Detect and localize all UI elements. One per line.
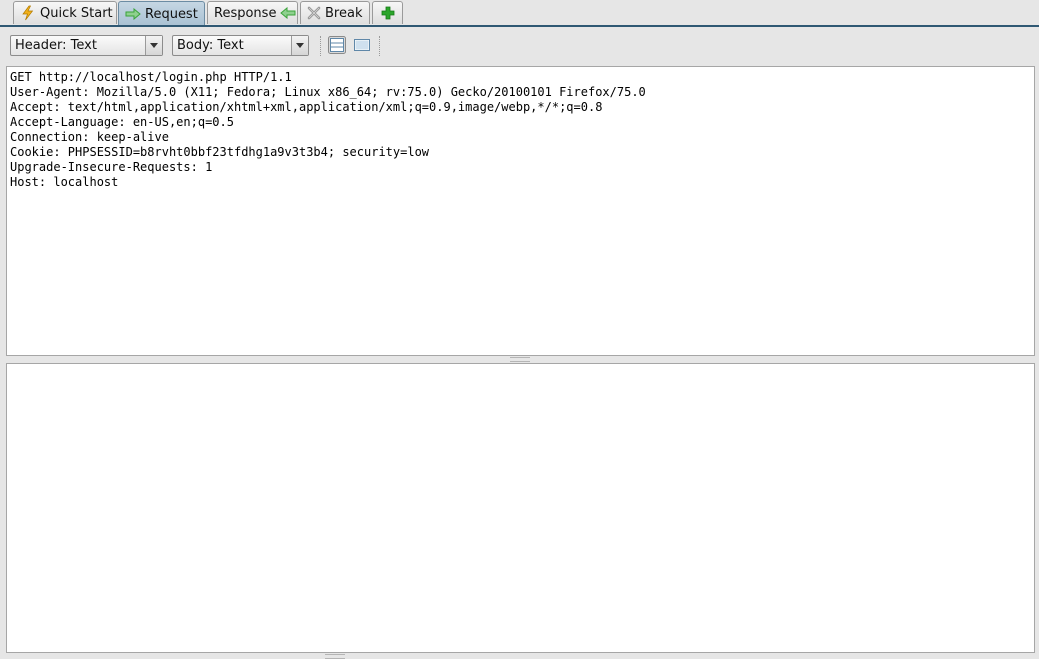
arrow-right-icon — [125, 8, 141, 20]
tab-label: Break — [325, 5, 363, 21]
split-divider-handle[interactable] — [510, 357, 530, 362]
tab-label: Response — [214, 5, 277, 21]
header-format-select[interactable]: Header: Text — [10, 35, 163, 56]
single-layout-icon — [353, 39, 371, 58]
response-viewer[interactable] — [6, 363, 1035, 653]
split-layout-icon — [328, 36, 346, 58]
tab-response[interactable]: Response — [207, 1, 298, 24]
body-format-select[interactable]: Body: Text — [172, 35, 309, 56]
tab-request[interactable]: Request — [118, 1, 205, 26]
tab-label: Request — [145, 6, 198, 22]
cross-icon — [307, 6, 321, 20]
chevron-down-icon[interactable] — [291, 36, 308, 55]
toolbar-separator — [320, 36, 322, 56]
lightning-icon — [20, 5, 36, 21]
tab-bar: Quick Start Request Response Break — [0, 0, 1039, 28]
tab-bar-underline — [0, 25, 1039, 27]
bottom-divider-handle[interactable] — [325, 654, 345, 659]
tab-quick-start[interactable]: Quick Start — [13, 1, 117, 24]
header-format-value: Header: Text — [15, 38, 97, 53]
chevron-down-icon[interactable] — [145, 36, 162, 55]
tab-label: Quick Start — [40, 5, 113, 21]
arrow-left-icon — [280, 7, 296, 19]
add-tab-button[interactable] — [372, 1, 403, 24]
single-layout-button[interactable] — [353, 36, 371, 54]
request-text[interactable]: GET http://localhost/login.php HTTP/1.1 … — [7, 67, 1034, 193]
tab-break[interactable]: Break — [300, 1, 370, 24]
toolbar-separator — [379, 36, 381, 56]
plus-icon — [381, 6, 395, 20]
toolbar: Header: Text Body: Text — [0, 28, 1039, 64]
request-editor[interactable]: GET http://localhost/login.php HTTP/1.1 … — [6, 66, 1035, 356]
body-format-value: Body: Text — [177, 38, 244, 53]
split-layout-button[interactable] — [328, 36, 346, 54]
